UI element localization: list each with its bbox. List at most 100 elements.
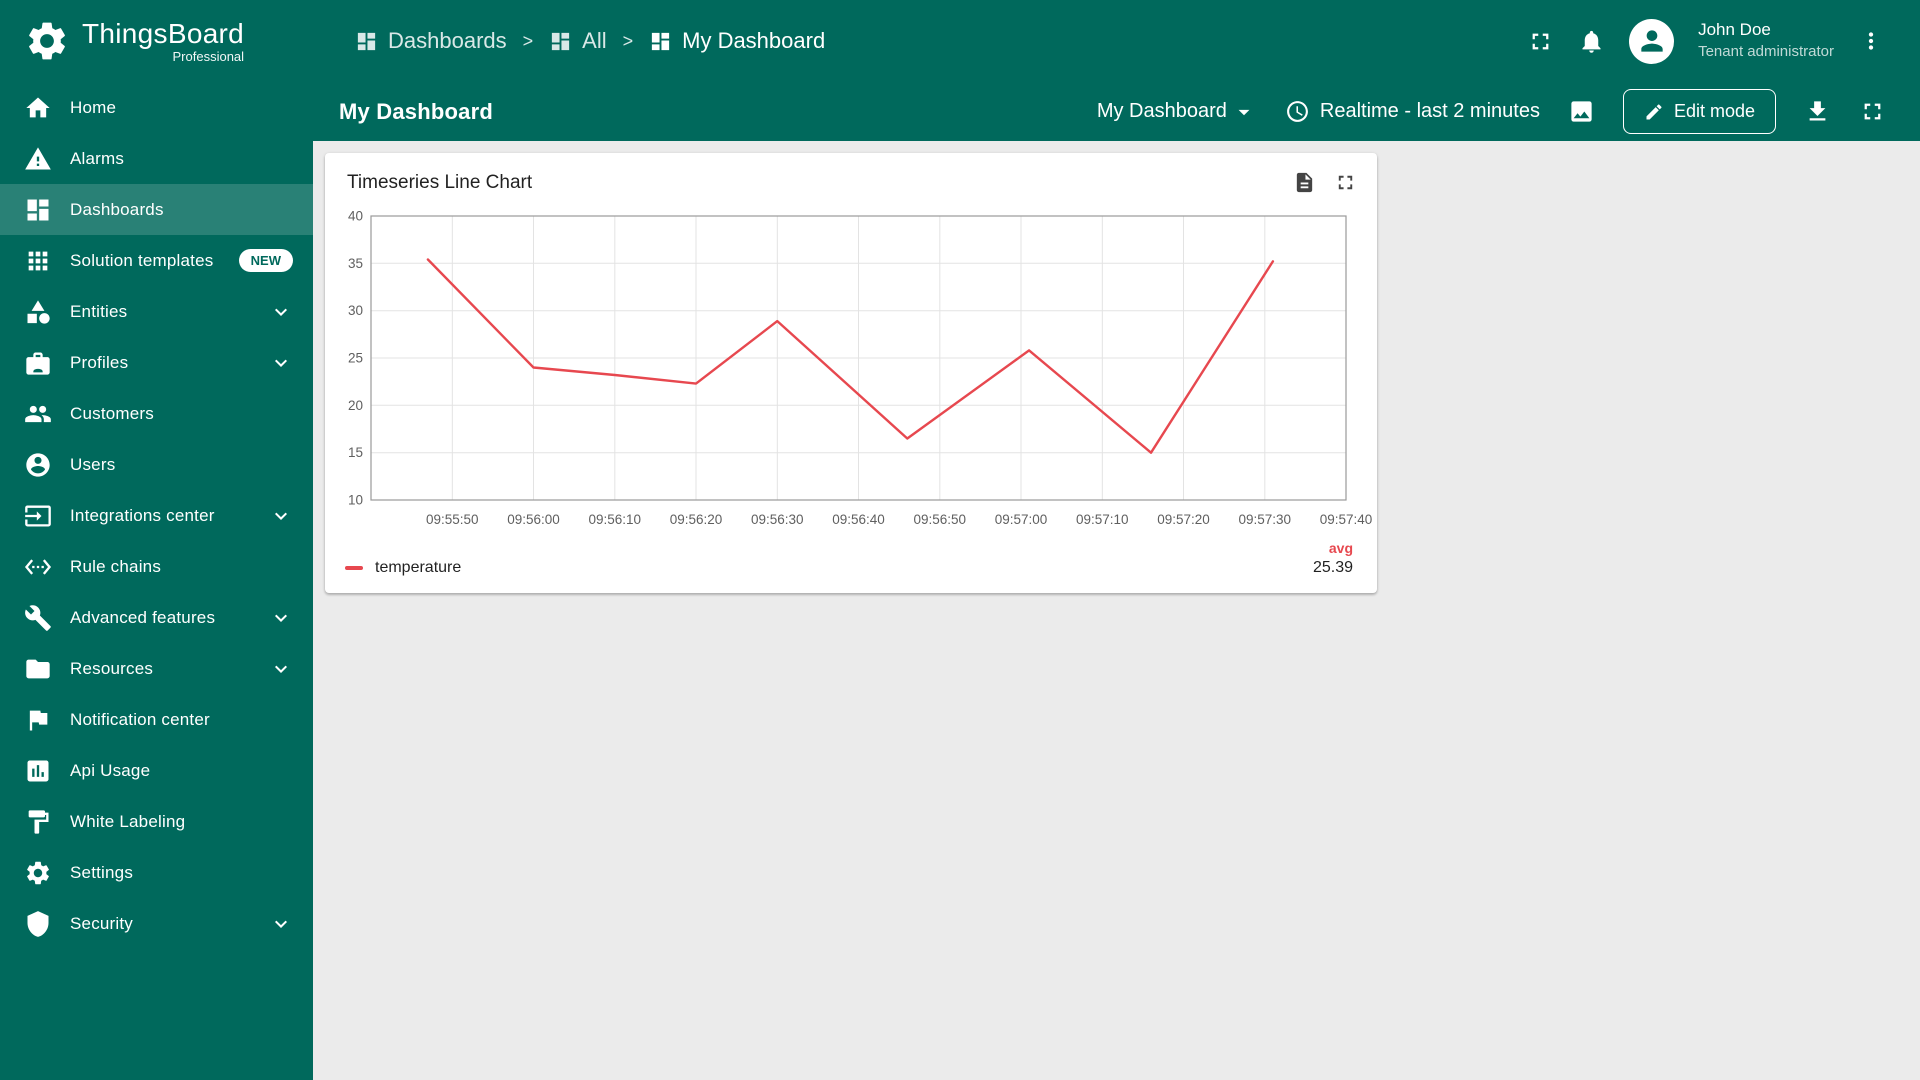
timeseries-chart[interactable]: 10 15 20 25 30 35 40 09:55:50 09:56:00 09:56:10 09…	[341, 209, 1372, 528]
sidebar-item-alarms[interactable]: Alarms	[0, 133, 313, 184]
thingsboard-logo-icon	[24, 18, 70, 64]
dashboard-content: Timeseries Line Chart 10 15 20 25 30 35 40 09:5…	[313, 141, 1920, 1080]
x-tick-label: 09:57:10	[1076, 512, 1129, 527]
timewindow-button[interactable]: Realtime - last 2 minutes	[1285, 99, 1540, 124]
app-logo[interactable]: ThingsBoard Professional	[0, 0, 313, 82]
sidebar-item-api-usage[interactable]: Api Usage	[0, 745, 313, 796]
person-icon	[1636, 25, 1668, 57]
users-icon	[24, 451, 52, 479]
notification-center-icon	[24, 706, 52, 734]
settings-icon	[24, 859, 52, 887]
breadcrumb-item-all[interactable]: All	[549, 28, 607, 54]
api-usage-icon	[24, 757, 52, 785]
sidebar-item-white-labeling[interactable]: White Labeling	[0, 796, 313, 847]
solution-templates-icon	[24, 247, 52, 275]
y-tick-label: 15	[348, 445, 363, 460]
edit-mode-label: Edit mode	[1673, 101, 1755, 121]
app-edition: Professional	[172, 49, 245, 64]
sidebar-item-label: Home	[70, 97, 117, 117]
more-vert-icon[interactable]	[1858, 28, 1884, 54]
widget-header: Timeseries Line Chart	[341, 169, 1361, 200]
widget-actions	[1293, 171, 1357, 194]
legend-avg-value: 25.39	[1312, 559, 1353, 576]
breadcrumb-item-dashboards[interactable]: Dashboards	[355, 28, 507, 54]
legend-item-temperature[interactable]: temperature	[345, 559, 461, 577]
x-tick-label: 09:57:30	[1239, 512, 1292, 527]
edit-icon	[1644, 102, 1664, 122]
fullscreen-icon[interactable]	[1527, 28, 1554, 55]
export-widget-icon[interactable]	[1293, 171, 1316, 194]
chevron-down-icon	[269, 657, 293, 681]
sidebar-item-label: Alarms	[70, 148, 125, 168]
topbar-actions: John Doe Tenant administrator	[1527, 18, 1884, 64]
chevron-down-icon	[269, 351, 293, 375]
breadcrumb-label: All	[582, 28, 607, 53]
sidebar-item-settings[interactable]: Settings	[0, 847, 313, 898]
dashboard-select-value: My Dashboard	[1096, 100, 1227, 122]
y-tick-label: 30	[348, 303, 363, 318]
y-tick-label: 25	[348, 351, 363, 366]
dashboards-icon	[549, 30, 572, 53]
sidebar-item-rule-chains[interactable]: Rule chains	[0, 541, 313, 592]
sidebar-item-label: Rule chains	[70, 556, 162, 576]
dashboards-icon	[24, 196, 52, 224]
legend-avg-label: avg	[1328, 540, 1353, 556]
sidebar-item-integrations-center[interactable]: Integrations center	[0, 490, 313, 541]
app-name: ThingsBoard	[82, 18, 245, 49]
dashboard-toolbar: My Dashboard My Dashboard Realtime - las…	[313, 82, 1920, 141]
clock-icon	[1285, 99, 1310, 124]
sidebar-menu: Home Alarms Dashboards Solution templates NE…	[0, 82, 313, 1080]
sidebar-item-users[interactable]: Users	[0, 439, 313, 490]
sidebar: ThingsBoard Professional Home Alarms Dashb…	[0, 0, 313, 1080]
customers-icon	[24, 400, 52, 428]
image-icon[interactable]	[1568, 98, 1595, 125]
sidebar-item-advanced-features[interactable]: Advanced features	[0, 592, 313, 643]
user-name: John Doe	[1698, 20, 1771, 40]
sidebar-item-profiles[interactable]: Profiles	[0, 337, 313, 388]
fullscreen-toolbar-icon[interactable]	[1859, 98, 1886, 125]
sidebar-item-label: Solution templates	[70, 250, 214, 270]
sidebar-item-security[interactable]: Security	[0, 898, 313, 949]
x-tick-label: 09:56:20	[670, 512, 723, 527]
sidebar-item-resources[interactable]: Resources	[0, 643, 313, 694]
app-root: ThingsBoard Professional Home Alarms Dashb…	[0, 0, 1920, 1080]
rule-chains-icon	[24, 553, 52, 581]
sidebar-item-label: Customers	[70, 403, 154, 423]
integrations-icon	[24, 502, 52, 530]
dashboards-icon	[355, 30, 378, 53]
dashboard-select[interactable]: My Dashboard	[1097, 99, 1257, 125]
edit-mode-button[interactable]: Edit mode	[1622, 89, 1776, 134]
sidebar-item-dashboards[interactable]: Dashboards	[0, 184, 313, 235]
sidebar-item-label: Advanced features	[70, 607, 216, 627]
x-tick-label: 09:56:40	[832, 512, 885, 527]
avatar[interactable]	[1629, 18, 1675, 64]
download-icon[interactable]	[1804, 98, 1831, 125]
sidebar-item-home[interactable]: Home	[0, 82, 313, 133]
notifications-icon[interactable]	[1578, 28, 1605, 55]
chevron-down-icon	[269, 912, 293, 936]
sidebar-item-label: Entities	[70, 301, 128, 321]
user-role: Tenant administrator	[1698, 43, 1834, 61]
sidebar-item-customers[interactable]: Customers	[0, 388, 313, 439]
dashboards-icon	[649, 30, 672, 53]
breadcrumb-item-my-dashboard[interactable]: My Dashboard	[649, 28, 825, 54]
legend-line-swatch	[345, 566, 363, 570]
sidebar-item-solution-templates[interactable]: Solution templates NEW	[0, 235, 313, 286]
chevron-down-icon	[269, 300, 293, 324]
sidebar-item-label: Api Usage	[70, 760, 151, 780]
sidebar-item-label: Profiles	[70, 352, 129, 372]
dashboard-toolbar-actions: My Dashboard Realtime - last 2 minutes E…	[1097, 89, 1886, 134]
sidebar-item-notification-center[interactable]: Notification center	[0, 694, 313, 745]
expand-icon[interactable]	[1334, 171, 1357, 194]
sidebar-item-label: Integrations center	[70, 505, 215, 525]
timewindow-label: Realtime - last 2 minutes	[1319, 100, 1540, 122]
sidebar-item-label: Settings	[70, 862, 134, 882]
sidebar-item-entities[interactable]: Entities	[0, 286, 313, 337]
x-tick-label: 09:56:00	[507, 512, 560, 527]
y-tick-label: 35	[348, 256, 363, 271]
x-tick-label: 09:57:40	[1320, 512, 1373, 527]
sidebar-item-label: Dashboards	[70, 199, 164, 219]
x-tick-label: 09:55:50	[426, 512, 479, 527]
user-info[interactable]: John Doe Tenant administrator	[1698, 19, 1834, 62]
x-tick-label: 09:57:20	[1157, 512, 1210, 527]
